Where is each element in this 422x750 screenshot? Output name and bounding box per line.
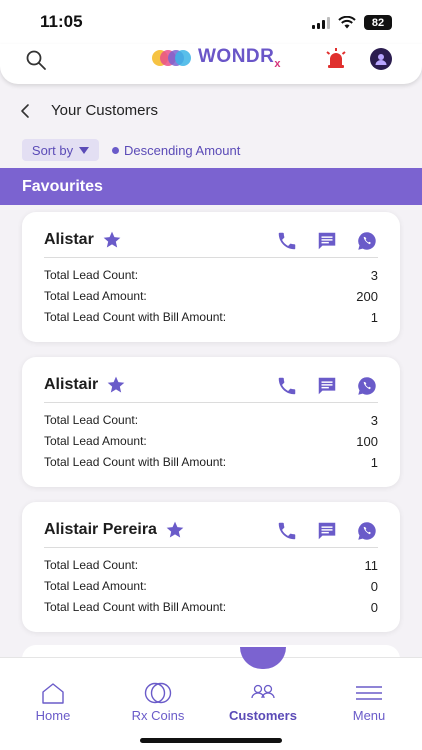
battery-indicator: 82 — [364, 15, 392, 30]
home-icon — [42, 683, 64, 704]
star-icon[interactable] — [102, 230, 122, 250]
lead-count-row: Total Lead Count: 11 — [44, 558, 378, 573]
cellular-signal-icon — [312, 16, 330, 29]
sort-by-label: Sort by — [31, 142, 74, 158]
sort-value: Descending Amount — [112, 143, 240, 158]
phone-icon[interactable] — [276, 520, 298, 542]
user-icon — [375, 54, 387, 65]
page-title: Your Customers — [51, 102, 158, 119]
bottom-nav: Home Rx Coins Customers Menu — [0, 657, 422, 750]
bill-count-row: Total Lead Count with Bill Amount: 0 — [44, 600, 378, 615]
emergency-alarm-icon[interactable] — [324, 47, 348, 71]
bill-count-row: Total Lead Count with Bill Amount: 1 — [44, 455, 378, 470]
star-icon[interactable] — [165, 520, 185, 540]
phone-icon[interactable] — [276, 230, 298, 252]
customer-card[interactable]: Alistar Total Lead Count: 3 Total Lead Am… — [22, 212, 400, 342]
caret-down-icon — [79, 146, 90, 154]
home-indicator — [140, 738, 282, 743]
card-actions — [276, 520, 378, 542]
nav-menu[interactable]: Menu — [324, 682, 414, 723]
whatsapp-icon[interactable] — [356, 230, 378, 252]
logo-text: WONDRx — [198, 46, 282, 70]
card-divider — [44, 547, 378, 548]
nav-customers[interactable]: Customers — [218, 682, 308, 723]
lead-count-row: Total Lead Count: 3 — [44, 268, 378, 283]
customers-icon — [251, 684, 275, 699]
bullet-icon — [112, 147, 119, 154]
status-bar: 11:05 82 — [0, 0, 422, 44]
customer-name: Alistar — [44, 230, 122, 250]
wifi-icon — [338, 16, 356, 29]
status-icons: 82 — [312, 15, 392, 30]
app-header: WONDRx — [0, 44, 422, 84]
card-divider — [44, 402, 378, 403]
menu-icon — [356, 686, 382, 700]
whatsapp-icon[interactable] — [356, 375, 378, 397]
bill-count-row: Total Lead Count with Bill Amount: 1 — [44, 310, 378, 325]
card-actions — [276, 375, 378, 397]
sort-value-text: Descending Amount — [124, 143, 241, 158]
nav-rx-coins[interactable]: Rx Coins — [113, 682, 203, 723]
sort-by-button[interactable]: Sort by — [22, 139, 99, 161]
search-icon[interactable] — [24, 48, 48, 72]
lead-count-row: Total Lead Count: 3 — [44, 413, 378, 428]
coins-icon — [144, 682, 172, 704]
customer-name: Alistair Pereira — [44, 520, 185, 540]
message-icon[interactable] — [316, 230, 338, 252]
lead-amount-row: Total Lead Amount: 200 — [44, 289, 378, 304]
wondrx-logo: WONDRx — [150, 46, 281, 70]
whatsapp-icon[interactable] — [356, 520, 378, 542]
lead-amount-row: Total Lead Amount: 0 — [44, 579, 378, 594]
lead-amount-row: Total Lead Amount: 100 — [44, 434, 378, 449]
card-actions — [276, 230, 378, 252]
customer-card[interactable]: Alistair Pereira Total Lead Count: 11 Tot… — [22, 502, 400, 632]
customer-name: Alistair — [44, 375, 126, 395]
phone-icon[interactable] — [276, 375, 298, 397]
logo-mark-icon — [152, 50, 191, 66]
profile-avatar[interactable] — [370, 48, 392, 70]
message-icon[interactable] — [316, 375, 338, 397]
customer-card[interactable]: Alistair Total Lead Count: 3 Total Lead A… — [22, 357, 400, 487]
nav-home[interactable]: Home — [8, 682, 98, 723]
message-icon[interactable] — [316, 520, 338, 542]
favourites-header: Favourites — [0, 168, 422, 205]
back-chevron-icon[interactable] — [18, 102, 34, 120]
star-icon[interactable] — [106, 375, 126, 395]
status-time: 11:05 — [40, 12, 83, 31]
card-divider — [44, 257, 378, 258]
